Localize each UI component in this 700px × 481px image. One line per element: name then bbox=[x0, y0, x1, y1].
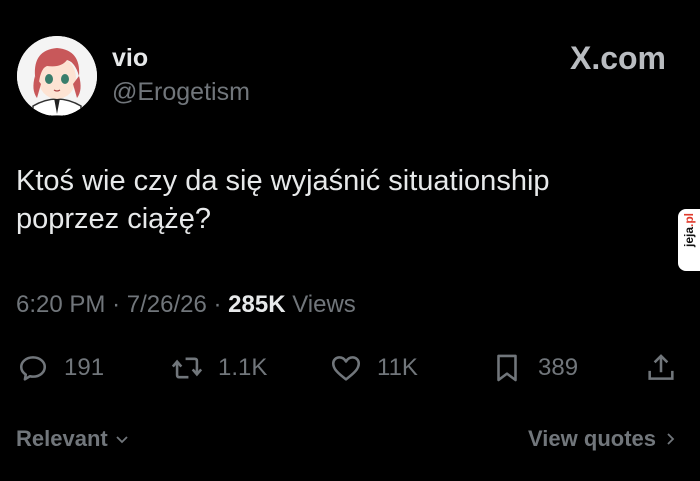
speech-bubble-icon bbox=[19, 356, 47, 381]
view-quotes-link[interactable]: View quotes bbox=[528, 426, 678, 452]
reply-count: 191 bbox=[64, 354, 105, 381]
chevron-right-icon bbox=[667, 433, 675, 445]
chevron-down-icon bbox=[116, 436, 128, 444]
tweet-time[interactable]: 6:20 PM bbox=[16, 291, 105, 318]
bookmark-button[interactable]: 389 bbox=[490, 348, 578, 388]
repost-arrows-icon bbox=[171, 357, 203, 379]
view-quotes-label: View quotes bbox=[528, 426, 656, 451]
brand-logo: X.com bbox=[569, 40, 666, 76]
author-handle[interactable]: @Erogetism bbox=[112, 78, 250, 107]
bookmark-icon bbox=[497, 354, 517, 382]
views-count: 285K bbox=[228, 291, 286, 318]
avatar[interactable] bbox=[17, 36, 97, 116]
action-bar: 191 1.1K 11K 389 bbox=[16, 348, 684, 388]
tweet-text: Ktoś wie czy da się wyjaśnić situationsh… bbox=[16, 162, 676, 238]
tweet-date[interactable]: 7/26/26 bbox=[127, 291, 207, 318]
watermark-text: jeja.pl bbox=[682, 213, 696, 248]
meta-separator: · bbox=[213, 291, 222, 318]
bookmark-count: 389 bbox=[538, 354, 579, 381]
heart-icon bbox=[331, 356, 361, 381]
reply-button[interactable]: 191 bbox=[16, 348, 104, 388]
meta-separator: · bbox=[112, 291, 121, 318]
tweet-text-line: Ktoś wie czy da się wyjaśnić situationsh… bbox=[16, 165, 550, 197]
watermark-logo: jeja.pl bbox=[678, 209, 700, 271]
author-display-name[interactable]: vio bbox=[112, 44, 148, 73]
avatar-image bbox=[17, 36, 97, 116]
share-upload-icon bbox=[648, 354, 674, 380]
share-button[interactable] bbox=[644, 348, 678, 388]
repost-button[interactable]: 1.1K bbox=[170, 348, 267, 388]
tweet-text-line: poprzez ciążę? bbox=[16, 203, 212, 235]
repost-count: 1.1K bbox=[218, 354, 268, 381]
views-label: Views bbox=[292, 291, 356, 318]
sort-label: Relevant bbox=[16, 426, 108, 451]
tweet-meta: 6:20 PM · 7/26/26 · 285K Views bbox=[16, 291, 356, 319]
like-count: 11K bbox=[377, 354, 418, 381]
sort-dropdown[interactable]: Relevant bbox=[16, 426, 130, 452]
like-button[interactable]: 11K bbox=[329, 348, 418, 388]
